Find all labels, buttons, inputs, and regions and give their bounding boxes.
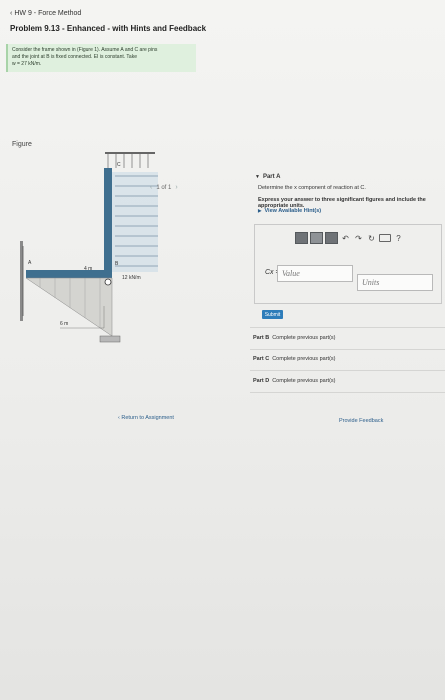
- problem-title: Problem 9.13 - Enhanced - with Hints and…: [10, 24, 207, 33]
- part-b-row[interactable]: Part B Complete previous part(s): [253, 335, 335, 341]
- answer-toolbar: ↶ ↷ ↻ kb ?: [295, 231, 404, 245]
- part-a-title: Part A: [262, 174, 281, 180]
- chevron-left-icon[interactable]: ‹: [150, 184, 152, 191]
- part-status: Complete previous part(s): [272, 356, 336, 362]
- provide-feedback-link[interactable]: Provide Feedback: [339, 418, 383, 424]
- point-label-c: C: [117, 162, 121, 168]
- answer-box: ↶ ↷ ↻ kb ? Cx = Value Units: [254, 224, 442, 304]
- chevron-left-icon: ‹: [10, 10, 13, 17]
- part-c-row[interactable]: Part C Complete previous part(s): [253, 356, 335, 362]
- dimension-label-horizontal: 4 m: [84, 266, 92, 272]
- part-a-instruction: Determine the x component of reaction at…: [258, 185, 366, 191]
- part-status: Complete previous part(s): [272, 378, 336, 384]
- breadcrumb-label: HW 9 - Force Method: [14, 10, 82, 17]
- help-icon[interactable]: ?: [393, 234, 404, 243]
- divider: [250, 327, 445, 328]
- reset-icon[interactable]: ↻: [366, 234, 377, 243]
- divider: [250, 392, 445, 393]
- units-input[interactable]: Units: [357, 274, 433, 291]
- load-arrows-top: [107, 154, 149, 168]
- figure-pager-text: 1 of 1: [156, 184, 172, 191]
- undo-icon[interactable]: ↶: [340, 234, 351, 243]
- symbol-tool-button[interactable]: [325, 232, 338, 244]
- frame-member-horizontal: [104, 168, 112, 278]
- problem-statement: Consider the frame shown in (Figure 1). …: [6, 44, 196, 72]
- part-a-header[interactable]: ▼ Part A: [255, 174, 280, 180]
- divider: [250, 349, 445, 350]
- divider: [250, 370, 445, 371]
- view-hints-link[interactable]: ▶ View Available Hint(s): [258, 208, 321, 214]
- return-label: Return to Assignment: [121, 415, 174, 421]
- part-name: Part B: [253, 335, 270, 341]
- triangular-support: [25, 277, 113, 337]
- part-name: Part D: [253, 378, 270, 384]
- chevron-right-icon[interactable]: ›: [175, 184, 177, 191]
- assignment-page: ‹ HW 9 - Force Method Problem 9.13 - Enha…: [0, 0, 445, 700]
- template-tool-button[interactable]: [295, 232, 308, 244]
- question-panel: ▼ Part A Determine the x component of rea…: [250, 0, 445, 700]
- keyboard-icon[interactable]: kb: [379, 234, 391, 242]
- ground-base: [99, 335, 121, 343]
- dimension-label-vertical: 6 m: [60, 321, 68, 327]
- load-top-line: [105, 152, 155, 154]
- view-hints-label: View Available Hint(s): [264, 208, 322, 214]
- frame-figure[interactable]: 12 kN/m 4 m 6 m B C A: [20, 146, 180, 346]
- problem-statement-line: Consider the frame shown in (Figure 1). …: [12, 47, 158, 53]
- problem-statement-line: and the joint at B is fixed connected. E…: [12, 54, 137, 60]
- part-name: Part C: [253, 356, 270, 362]
- units-tool-button[interactable]: [310, 232, 323, 244]
- load-label: 12 kN/m: [122, 275, 141, 281]
- value-input[interactable]: Value: [277, 265, 353, 282]
- redo-icon[interactable]: ↷: [353, 234, 364, 243]
- collapse-triangle-icon: ▼: [255, 174, 260, 180]
- problem-statement-line: w = 27 kN/m.: [12, 61, 42, 67]
- submit-button[interactable]: Submit: [262, 310, 283, 319]
- pin-support-c: [104, 278, 112, 286]
- return-to-assignment-link[interactable]: ‹ Return to Assignment: [118, 415, 174, 421]
- expand-triangle-icon: ▶: [258, 208, 262, 213]
- breadcrumb[interactable]: ‹ HW 9 - Force Method: [10, 10, 81, 17]
- part-status: Complete previous part(s): [272, 335, 336, 341]
- part-d-row[interactable]: Part D Complete previous part(s): [253, 378, 335, 384]
- figure-pager: ‹ 1 of 1 ›: [150, 184, 178, 191]
- point-label-a: A: [28, 260, 32, 266]
- wall-support: [20, 241, 23, 321]
- frame-member-vertical: [26, 270, 112, 278]
